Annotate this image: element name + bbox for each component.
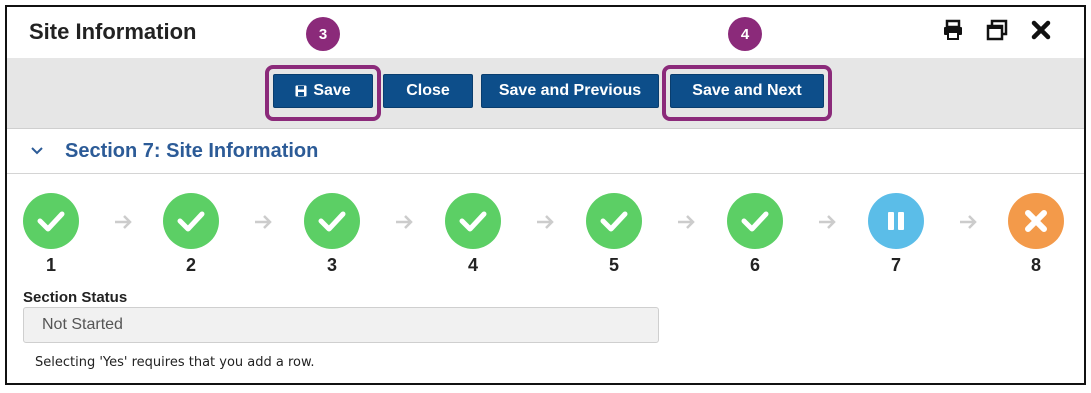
save-and-next-label: Save and Next [692, 82, 802, 99]
step-number: 4 [467, 255, 478, 275]
step-number: 3 [326, 255, 337, 275]
arrow-right-icon [815, 211, 839, 233]
check-icon [304, 193, 360, 249]
step-number: 5 [608, 255, 619, 275]
close-button-label: Close [406, 82, 450, 99]
step-7[interactable]: 7 [866, 193, 926, 276]
dialog-window: Site Information 3 4 Save Close Save and… [5, 5, 1086, 385]
help-note: Selecting 'Yes' requires that you add a … [35, 355, 315, 370]
check-icon [586, 193, 642, 249]
x-icon [1008, 193, 1064, 249]
arrow-right-icon [533, 211, 557, 233]
save-icon [295, 85, 307, 97]
arrow-right-icon [111, 211, 135, 233]
step-3[interactable]: 3 [302, 193, 362, 276]
window-title: Site Information [29, 19, 197, 44]
save-and-previous-button[interactable]: Save and Previous [481, 74, 659, 108]
step-number: 8 [1030, 255, 1041, 275]
arrow-right-icon [956, 211, 980, 233]
close-icon[interactable] [1028, 17, 1054, 43]
check-icon [727, 193, 783, 249]
step-6[interactable]: 6 [725, 193, 785, 276]
save-and-next-button[interactable]: Save and Next [670, 74, 824, 108]
step-2[interactable]: 2 [161, 193, 221, 276]
step-number: 7 [890, 255, 901, 275]
title-bar: Site Information 3 4 [7, 7, 1084, 58]
pause-icon [868, 193, 924, 249]
step-number: 6 [749, 255, 760, 275]
step-progress: 1 2 3 4 5 6 7 8 [7, 193, 1084, 276]
step-1[interactable]: 1 [21, 193, 81, 276]
section-status-label: Section Status [23, 289, 128, 306]
callout-badge-4: 4 [728, 17, 762, 51]
step-number: 2 [185, 255, 196, 275]
step-number: 1 [45, 255, 56, 275]
window-controls [940, 17, 1054, 43]
arrow-right-icon [674, 211, 698, 233]
save-and-previous-label: Save and Previous [498, 82, 642, 99]
step-8[interactable]: 8 [1006, 193, 1066, 276]
callout-badge-3: 3 [306, 17, 340, 51]
save-button[interactable]: Save [273, 74, 373, 108]
section-header[interactable]: Section 7: Site Information [7, 129, 1084, 174]
section-status-field[interactable]: Not Started [23, 307, 659, 343]
check-icon [445, 193, 501, 249]
action-toolbar: Save Close Save and Previous Save and Ne… [7, 58, 1084, 129]
save-button-label: Save [313, 82, 351, 99]
arrow-right-icon [392, 211, 416, 233]
step-4[interactable]: 4 [443, 193, 503, 276]
close-button[interactable]: Close [383, 74, 473, 108]
section-title: Section 7: Site Information [65, 139, 319, 162]
print-icon[interactable] [940, 17, 966, 43]
restore-icon[interactable] [984, 17, 1010, 43]
step-5[interactable]: 5 [584, 193, 644, 276]
arrow-right-icon [251, 211, 275, 233]
check-icon [163, 193, 219, 249]
check-icon [23, 193, 79, 249]
chevron-down-icon[interactable] [27, 141, 47, 161]
